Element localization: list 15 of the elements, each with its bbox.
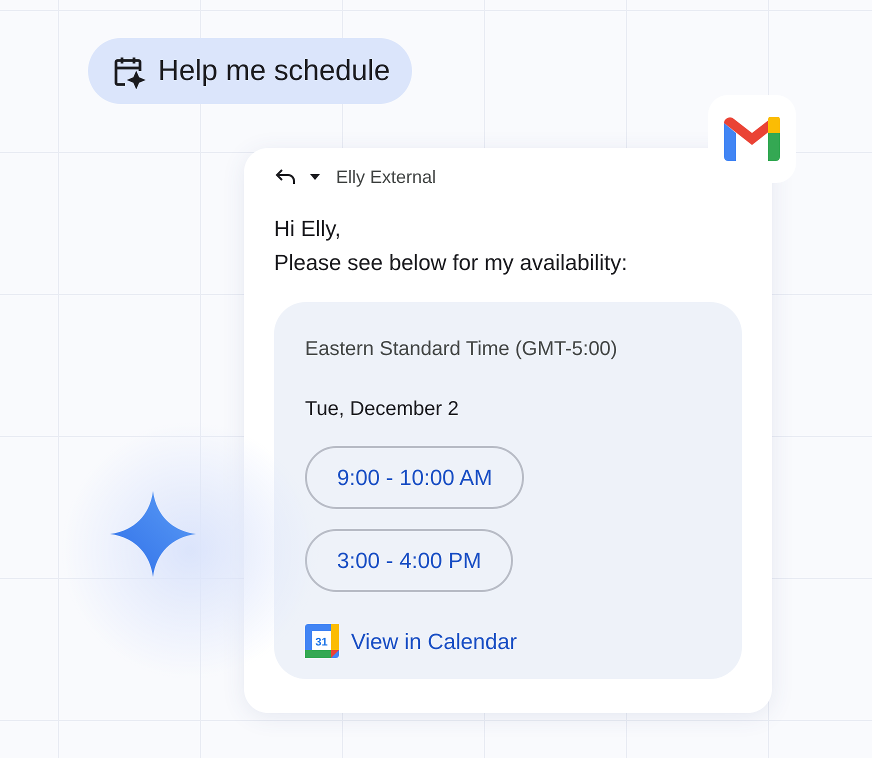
calendar-icon: 31	[305, 624, 339, 658]
greeting-text: Hi Elly,	[274, 215, 342, 243]
reply-icon[interactable]	[274, 167, 298, 187]
chip-label: Help me schedule	[158, 56, 390, 86]
time-slot-button[interactable]: 9:00 - 10:00 AM	[305, 446, 524, 509]
help-me-schedule-chip[interactable]: Help me schedule	[88, 38, 412, 104]
view-in-calendar-link[interactable]: View in Calendar	[351, 624, 517, 658]
dropdown-caret-icon[interactable]	[310, 174, 320, 180]
sparkle-icon	[110, 491, 196, 577]
mail-logo-icon	[724, 117, 780, 161]
recipient-name: Elly External	[336, 166, 436, 189]
time-slot-button[interactable]: 3:00 - 4:00 PM	[305, 529, 514, 592]
timezone-label: Eastern Standard Time (GMT-5:00)	[305, 337, 618, 362]
date-label: Tue, December 2	[305, 397, 460, 422]
body-text: Please see below for my availability:	[274, 249, 628, 277]
